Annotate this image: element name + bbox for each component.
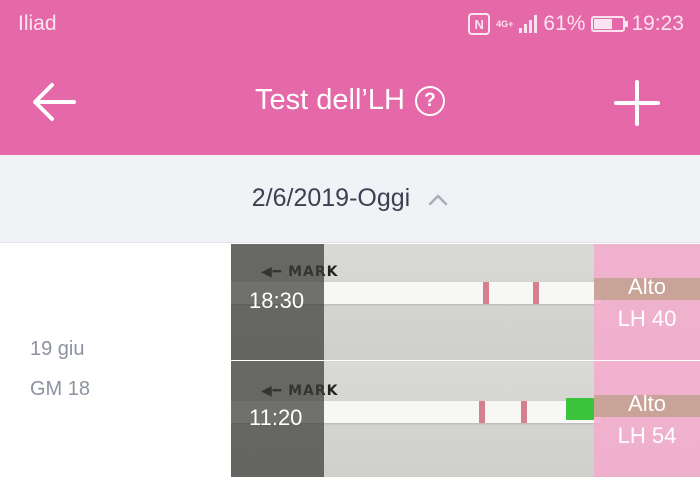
cycle-day: GM 18 <box>30 378 91 400</box>
control-line <box>483 282 489 304</box>
day-info: 19 giu GM 18 <box>30 329 90 409</box>
test-time: 18:30 <box>249 288 305 313</box>
clock: 19:23 <box>631 12 684 35</box>
result-level: Alto <box>628 274 666 299</box>
carrier-name: Iliad <box>18 12 57 35</box>
test-time: 11:20 <box>249 405 303 430</box>
page-title: Test dell’LH <box>255 84 405 116</box>
strip-green-tip <box>566 398 594 420</box>
status-bar: Iliad N 4G+ 61% 19:23 <box>0 0 700 48</box>
day-date: 19 giu <box>30 338 85 360</box>
test-line <box>521 401 527 423</box>
date-range-header[interactable]: 2/6/2019-Oggi <box>0 155 700 243</box>
result-badge: Alto LH 40 <box>594 244 700 360</box>
plus-icon[interactable] <box>614 80 660 126</box>
lh-value: LH 40 <box>617 306 677 331</box>
lh-value: LH 54 <box>617 423 677 448</box>
battery-percent: 61% <box>543 12 586 35</box>
network-type: 4G+ <box>496 18 514 29</box>
help-icon[interactable]: ? <box>414 85 445 116</box>
title-area: Test dell’LH ? <box>0 84 700 117</box>
test-entry[interactable]: ◀━ MARK 11:20 Alto LH 54 <box>231 361 700 477</box>
battery-icon <box>591 16 629 32</box>
nfc-icon: N <box>468 13 491 35</box>
result-badge: Alto LH 54 <box>594 361 700 477</box>
chevron-up-icon[interactable] <box>428 192 448 206</box>
result-level: Alto <box>628 391 666 416</box>
control-line <box>479 401 485 423</box>
date-range-label: 2/6/2019-Oggi <box>251 184 411 212</box>
app-bar: Test dell’LH ? <box>0 60 700 144</box>
test-entry[interactable]: ◀━ MARK 18:30 Alto LH 40 <box>231 244 700 360</box>
test-line <box>533 282 539 304</box>
signal-icon <box>519 15 538 33</box>
status-indicators: N 4G+ 61% 19:23 <box>468 10 684 38</box>
top-bar: Iliad N 4G+ 61% 19:23 Test dell’LH ? <box>0 0 700 155</box>
